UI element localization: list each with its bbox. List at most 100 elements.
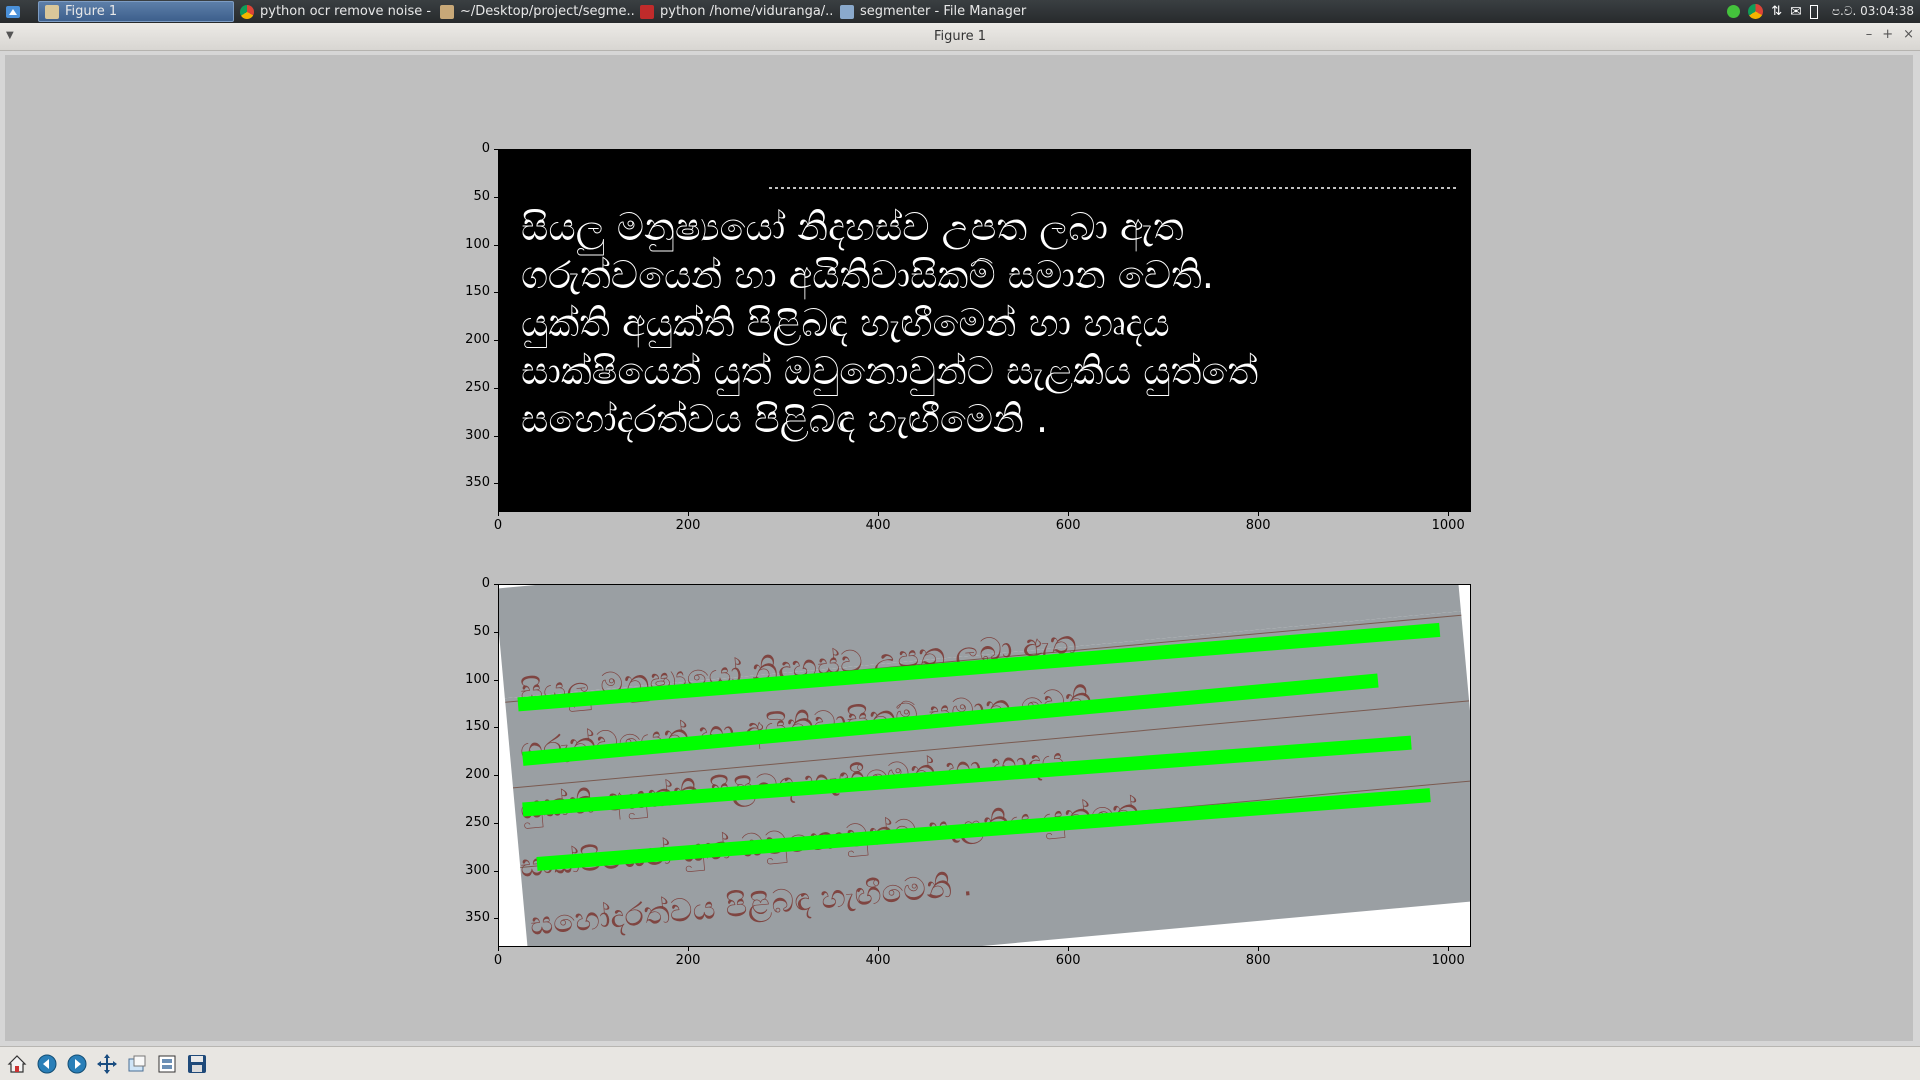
task-label: segmenter - File Manager bbox=[860, 4, 1027, 19]
window-menu-icon[interactable]: ▼ bbox=[6, 30, 14, 41]
y-tick-label: 50 bbox=[473, 623, 490, 639]
x-tick-label: 600 bbox=[1055, 518, 1081, 533]
x-tick-mark bbox=[498, 947, 499, 951]
task-label: python ocr remove noise - ... bbox=[260, 4, 434, 19]
forward-button[interactable] bbox=[64, 1051, 90, 1077]
y-tick-mark bbox=[494, 387, 498, 389]
rotated-handwriting-photo: සියලු මනුෂ්‍යයෝ නිදහස්ව උපත ලබා ඇතගරුත්ව… bbox=[499, 585, 1470, 946]
segmented-photo-axes[interactable]: සියලු මනුෂ්‍යයෝ නිදහස්ව උපත ලබා ඇත ගරුත්ව… bbox=[498, 584, 1471, 947]
figure: සියලු මනුෂ්‍යයෝ නිදහස්ව උපත ලබා ඇත ගරුත්ව… bbox=[5, 55, 1913, 1041]
task-terminal[interactable]: python /home/viduranga/... bbox=[634, 1, 834, 22]
window-title: Figure 1 bbox=[933, 29, 987, 44]
pan-cross-icon bbox=[97, 1053, 117, 1074]
x-tick-label: 800 bbox=[1245, 518, 1271, 533]
task-file-manager[interactable]: segmenter - File Manager bbox=[834, 1, 1034, 22]
start-menu-button[interactable] bbox=[2, 1, 24, 23]
chrome-icon[interactable] bbox=[1748, 4, 1764, 19]
home-icon bbox=[7, 1054, 27, 1073]
y-tick-mark bbox=[494, 196, 498, 198]
subplots-config-icon bbox=[158, 1055, 176, 1072]
y-tick-label: 200 bbox=[465, 767, 490, 783]
x-tick-mark bbox=[1068, 512, 1070, 516]
handwriting-line: සහෝදරත්වය පිළිබඳ හැඟීමෙනි . bbox=[521, 397, 1048, 442]
y-tick-mark bbox=[494, 727, 498, 729]
status-green-icon[interactable] bbox=[1727, 5, 1741, 18]
task-chrome[interactable]: python ocr remove noise - ... bbox=[234, 1, 434, 22]
x-tick-mark bbox=[878, 947, 880, 951]
x-tick-label: 1000 bbox=[1431, 953, 1465, 968]
navigation-toolbar bbox=[0, 1046, 1920, 1080]
x-tick-mark bbox=[878, 512, 880, 516]
task-label: Figure 1 bbox=[65, 4, 118, 19]
mail-icon[interactable]: ✉ bbox=[1790, 4, 1802, 20]
x-tick-label: 200 bbox=[675, 518, 701, 533]
x-tick-mark bbox=[1448, 512, 1450, 516]
zoom-button[interactable] bbox=[124, 1051, 150, 1077]
y-tick-label: 300 bbox=[465, 427, 490, 443]
x-tick-mark bbox=[498, 512, 499, 516]
x-tick-mark bbox=[688, 947, 690, 951]
task-figure-1[interactable]: Figure 1 bbox=[38, 1, 234, 22]
y-tick-mark bbox=[494, 244, 498, 246]
y-tick-label: 350 bbox=[465, 910, 490, 926]
app-launcher-icon bbox=[6, 5, 20, 18]
y-tick-mark bbox=[494, 149, 498, 150]
y-tick-label: 0 bbox=[481, 141, 490, 156]
y-tick-label: 250 bbox=[465, 379, 490, 395]
handwriting-line: සියලු මනුෂ්‍යයෝ නිදහස්ව උපත ලබා ඇත bbox=[521, 205, 1184, 256]
battery-icon[interactable] bbox=[1809, 4, 1818, 19]
y-tick-mark bbox=[494, 822, 498, 824]
clock[interactable]: ප.ව. 03:04:38 bbox=[1832, 4, 1914, 19]
x-tick-label: 400 bbox=[865, 518, 891, 533]
handwriting-line: සාක්ෂියෙන් යුත් ඔවුනොවුන්ට සැළකිය යුත්තේ bbox=[521, 349, 1258, 396]
x-tick-mark bbox=[1448, 947, 1450, 951]
maximize-button[interactable]: + bbox=[1882, 27, 1893, 42]
network-transfer-icon[interactable]: ⇅ bbox=[1771, 4, 1782, 19]
forward-arrow-icon bbox=[67, 1054, 87, 1073]
folder-icon bbox=[840, 4, 854, 19]
home-button[interactable] bbox=[4, 1051, 30, 1077]
chrome-icon bbox=[240, 4, 254, 19]
zoom-rect-icon bbox=[128, 1055, 146, 1071]
y-tick-label: 100 bbox=[465, 236, 490, 252]
y-tick-mark bbox=[494, 435, 498, 437]
y-tick-label: 350 bbox=[465, 475, 490, 491]
x-tick-label: 0 bbox=[493, 518, 503, 533]
y-tick-mark bbox=[494, 483, 498, 485]
x-tick-label: 600 bbox=[1055, 953, 1081, 968]
y-tick-label: 200 bbox=[465, 332, 490, 348]
x-tick-label: 200 bbox=[675, 953, 701, 968]
window-controls: – + × bbox=[1866, 27, 1914, 42]
y-tick-mark bbox=[494, 292, 498, 294]
binarized-image-axes[interactable]: සියලු මනුෂ්‍යයෝ නිදහස්ව උපත ලබා ඇත ගරුත්ව… bbox=[498, 149, 1471, 512]
subplots-button[interactable] bbox=[154, 1051, 180, 1077]
floppy-disk-icon bbox=[188, 1054, 206, 1073]
y-tick-mark bbox=[494, 870, 498, 872]
close-button[interactable]: × bbox=[1903, 27, 1914, 42]
y-tick-label: 150 bbox=[465, 719, 490, 735]
terminal-icon bbox=[640, 4, 654, 19]
figure-canvas-area: සියලු මනුෂ්‍යයෝ නිදහස්ව උපත ලබා ඇත ගරුත්ව… bbox=[0, 51, 1920, 1046]
taskbar: Figure 1 python ocr remove noise - ... ~… bbox=[0, 0, 1920, 23]
matplotlib-icon bbox=[45, 4, 59, 19]
back-arrow-icon bbox=[37, 1054, 57, 1073]
x-tick-mark bbox=[688, 512, 690, 516]
y-tick-mark bbox=[494, 679, 498, 681]
task-text-editor[interactable]: ~/Desktop/project/segme... bbox=[434, 1, 634, 22]
y-tick-label: 0 bbox=[481, 576, 490, 591]
pan-button[interactable] bbox=[94, 1051, 120, 1077]
y-tick-label: 300 bbox=[465, 862, 490, 878]
handwriting-line: යුක්ති අයුක්ති පිළිබඳ හැඟීමෙන් හා හෘදය bbox=[521, 301, 1170, 348]
y-tick-mark bbox=[494, 775, 498, 777]
back-button[interactable] bbox=[34, 1051, 60, 1077]
binary-handwriting-image: සියලු මනුෂ්‍යයෝ නිදහස්ව උපත ලබා ඇතගරුත්ව… bbox=[521, 187, 1459, 442]
x-tick-label: 0 bbox=[493, 953, 503, 968]
y-tick-label: 150 bbox=[465, 284, 490, 300]
window-titlebar[interactable]: ▼ Figure 1 – + × bbox=[0, 23, 1920, 51]
handwriting-line: ගරුත්වයෙන් හා අයිතිවාසිකම් සමාන වෙති. bbox=[521, 253, 1214, 300]
y-tick-label: 250 bbox=[465, 814, 490, 830]
task-label: ~/Desktop/project/segme... bbox=[460, 4, 634, 19]
minimize-button[interactable]: – bbox=[1866, 27, 1873, 42]
save-button[interactable] bbox=[184, 1051, 210, 1077]
y-tick-mark bbox=[494, 918, 498, 920]
